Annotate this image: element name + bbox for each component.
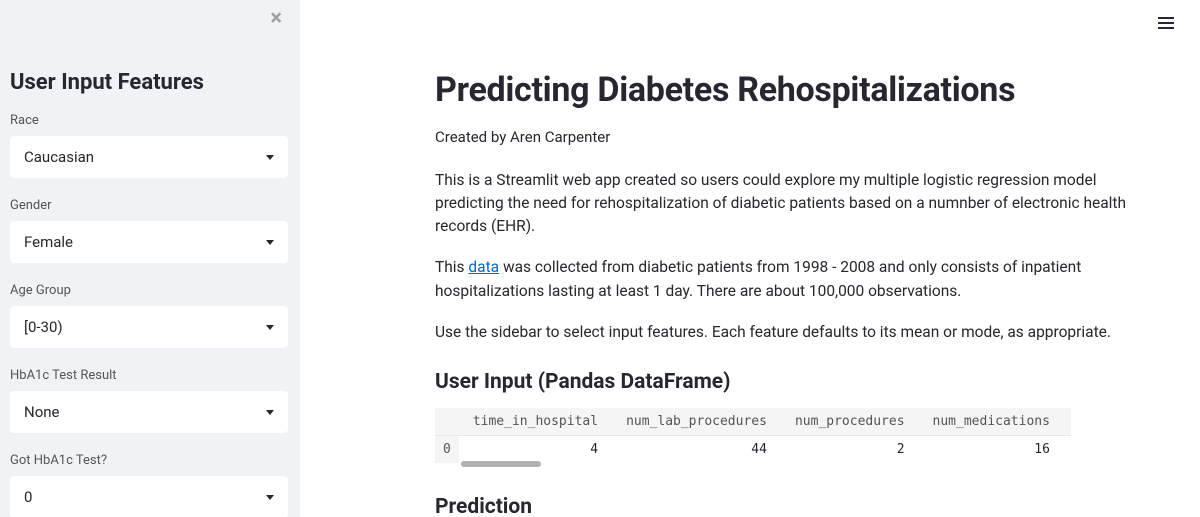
chevron-down-icon — [266, 155, 274, 160]
intro-paragraph-1: This is a Streamlit web app created so u… — [435, 169, 1135, 239]
select-value: [0-30) — [24, 318, 63, 336]
close-icon[interactable]: × — [270, 8, 282, 30]
col-header: num_procedures — [781, 408, 919, 436]
chevron-down-icon — [266, 410, 274, 415]
field-label-gender: Gender — [10, 198, 288, 213]
scrollbar-thumb[interactable] — [461, 461, 541, 467]
select-value: 0 — [24, 488, 32, 506]
select-got-hba1c[interactable]: 0 — [10, 476, 288, 517]
chevron-down-icon — [266, 240, 274, 245]
table-header-row: time_in_hospital num_lab_procedures num_… — [435, 408, 1071, 436]
row-index: 0 — [435, 436, 459, 464]
col-header: number — [1064, 408, 1071, 436]
field-label-race: Race — [10, 113, 288, 128]
select-value: Female — [24, 233, 73, 251]
select-hba1c-result[interactable]: None — [10, 391, 288, 433]
p2-prefix: This — [435, 258, 468, 276]
dataframe[interactable]: time_in_hospital num_lab_procedures num_… — [435, 408, 1071, 469]
select-value: None — [24, 403, 60, 421]
chevron-down-icon — [266, 325, 274, 330]
cell — [1064, 436, 1071, 464]
hamburger-menu-icon[interactable] — [1152, 8, 1180, 38]
chevron-down-icon — [266, 495, 274, 500]
select-gender[interactable]: Female — [10, 221, 288, 263]
main: Predicting Diabetes Rehospitalizations C… — [300, 0, 1200, 517]
index-header — [435, 408, 459, 436]
col-header: num_medications — [919, 408, 1064, 436]
col-header: num_lab_procedures — [612, 408, 781, 436]
sidebar-title: User Input Features — [10, 70, 288, 95]
table-row: 0 4 44 2 16 — [435, 436, 1071, 464]
cell: 16 — [919, 436, 1064, 464]
cell: 44 — [612, 436, 781, 464]
page-title: Predicting Diabetes Rehospitalizations — [435, 70, 1135, 110]
field-label-got-hba1c: Got HbA1c Test? — [10, 453, 288, 468]
field-label-hba1c-result: HbA1c Test Result — [10, 368, 288, 383]
sidebar: × User Input Features Race Caucasian Gen… — [0, 0, 300, 517]
select-race[interactable]: Caucasian — [10, 136, 288, 178]
cell: 2 — [781, 436, 919, 464]
col-header: time_in_hospital — [459, 408, 612, 436]
select-value: Caucasian — [24, 148, 94, 166]
cell: 4 — [459, 436, 612, 464]
select-age-group[interactable]: [0-30) — [10, 306, 288, 348]
prediction-heading: Prediction — [435, 495, 1135, 517]
p2-suffix: was collected from diabetic patients fro… — [435, 258, 1081, 299]
horizontal-scrollbar[interactable] — [435, 461, 1071, 469]
intro-paragraph-2: This data was collected from diabetic pa… — [435, 256, 1135, 303]
data-link[interactable]: data — [468, 258, 499, 276]
intro-paragraph-3: Use the sidebar to select input features… — [435, 321, 1135, 344]
user-input-heading: User Input (Pandas DataFrame) — [435, 370, 1135, 394]
byline: Created by Aren Carpenter — [435, 126, 1135, 149]
field-label-age-group: Age Group — [10, 283, 288, 298]
